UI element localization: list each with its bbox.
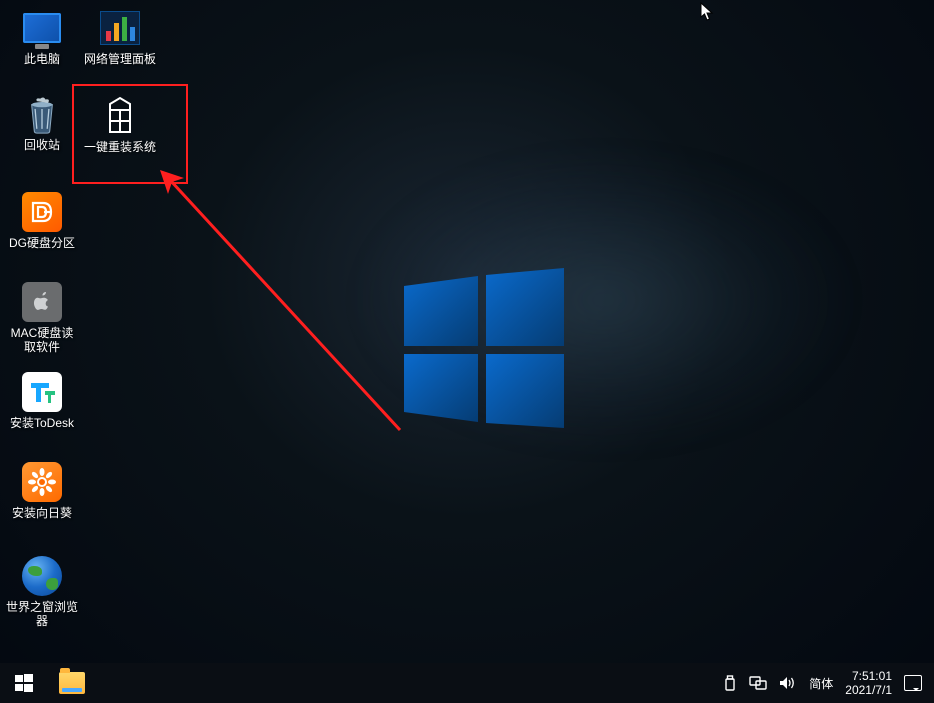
- icon-label: 世界之窗浏览器: [6, 600, 78, 628]
- icon-label: 网络管理面板: [84, 52, 156, 66]
- tray-network-icon[interactable]: [749, 676, 767, 690]
- clock-date: 2021/7/1: [845, 683, 892, 697]
- icon-label: 一键重装系统: [84, 140, 156, 154]
- tray-clock[interactable]: 7:51:01 2021/7/1: [845, 669, 892, 697]
- icon-label: 安装向日葵: [12, 506, 72, 520]
- desktop-icon-reinstall[interactable]: 一键重装系统: [82, 94, 158, 156]
- desktop-icon-this-pc[interactable]: 此电脑: [4, 6, 80, 68]
- icon-label: 此电脑: [24, 52, 60, 66]
- taskbar[interactable]: 简体 7:51:01 2021/7/1: [0, 663, 934, 703]
- windows-start-icon: [15, 674, 33, 692]
- desktop-icon-recycle-bin[interactable]: 回收站: [4, 94, 80, 154]
- globe-icon: [22, 556, 62, 596]
- desktop-icon-network-panel[interactable]: 网络管理面板: [82, 6, 158, 68]
- dg-icon: [22, 192, 62, 232]
- icon-label: MAC硬盘读取软件: [6, 326, 78, 354]
- file-explorer-icon: [59, 672, 85, 694]
- todesk-icon: [22, 372, 62, 412]
- start-button[interactable]: [0, 663, 48, 703]
- reinstall-icon: [100, 96, 140, 136]
- desktop-icon-dg-partition[interactable]: DG硬盘分区: [4, 190, 80, 252]
- icon-label: 回收站: [24, 138, 60, 152]
- desktop-icon-sunflower[interactable]: 安装向日葵: [4, 460, 80, 522]
- tray-action-center-icon[interactable]: [904, 675, 922, 691]
- recycle-bin-icon: [24, 96, 60, 134]
- taskbar-file-explorer[interactable]: [48, 663, 96, 703]
- mac-disk-icon: [22, 282, 62, 322]
- desktop[interactable]: 此电脑 回收站 DG硬盘分区 MAC硬盘读取软件: [0, 0, 934, 663]
- desktop-icon-mac-reader[interactable]: MAC硬盘读取软件: [4, 280, 80, 356]
- icon-label: 安装ToDesk: [10, 416, 74, 430]
- tray-ime-indicator[interactable]: 简体: [809, 675, 833, 692]
- computer-icon: [22, 8, 62, 48]
- tray-volume-icon[interactable]: [779, 676, 797, 690]
- system-tray: 简体 7:51:01 2021/7/1: [723, 663, 934, 703]
- clock-time: 7:51:01: [845, 669, 892, 683]
- tray-usb-icon[interactable]: [723, 675, 737, 691]
- sunflower-icon: [22, 462, 62, 502]
- icon-label: DG硬盘分区: [9, 236, 75, 250]
- desktop-icon-world-browser[interactable]: 世界之窗浏览器: [4, 554, 80, 630]
- desktop-icon-todesk[interactable]: 安装ToDesk: [4, 370, 80, 432]
- ime-label: 简体: [809, 675, 833, 692]
- network-panel-icon: [100, 8, 140, 48]
